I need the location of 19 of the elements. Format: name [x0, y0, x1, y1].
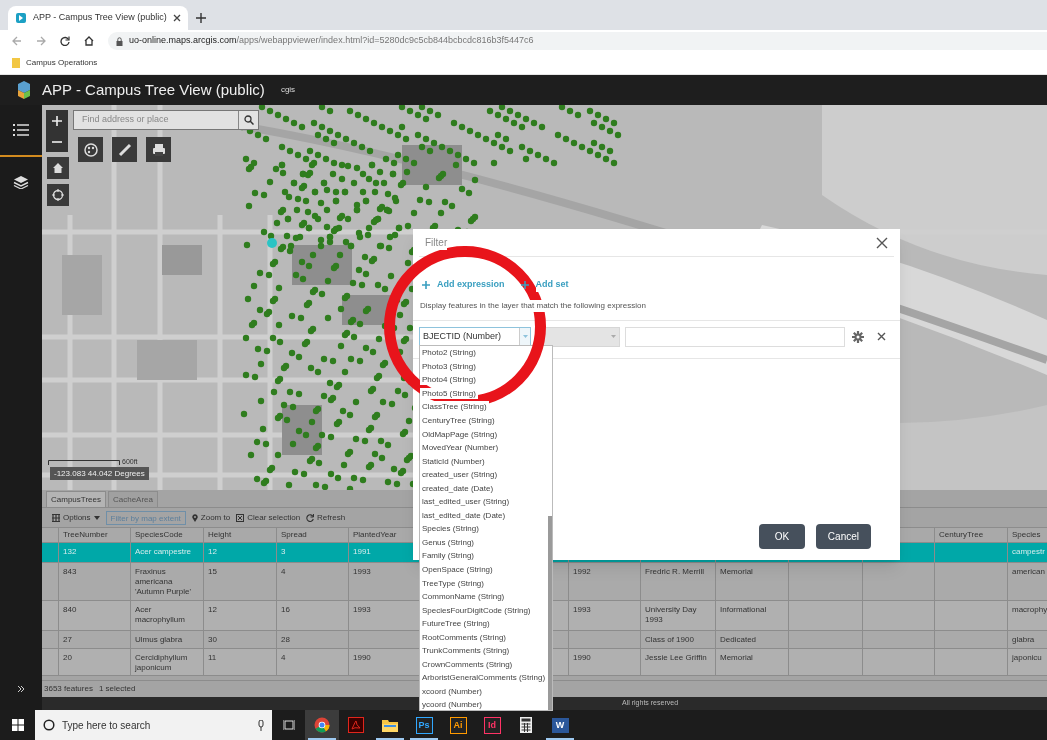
table-cell: Memorial: [715, 649, 788, 675]
table-cell: Jessie Lee Griffin: [640, 649, 715, 675]
dialog-title: Filter: [425, 235, 448, 250]
table-cell: 1990: [568, 649, 640, 675]
table-cell: japonicu: [1007, 649, 1047, 675]
user-name: cgis: [280, 84, 296, 96]
coordinates-label: -123.083 44.042 Degrees: [50, 467, 149, 480]
feature-count: 3653 features: [44, 683, 93, 695]
table-cell: 20: [58, 649, 130, 675]
app-logo-icon: Ai: [449, 716, 467, 734]
dialog-description: Display features in the layer that match the following expression: [420, 299, 646, 312]
app-logo-icon: W: [551, 717, 569, 733]
app-logo-icon: Id: [483, 716, 501, 734]
selection-count: 1 selected: [98, 683, 136, 695]
app-logo-icon: Ps: [415, 716, 433, 734]
app-title: APP - Campus Tree View (public): [42, 79, 265, 100]
table-cell: Cercidiphyllum japonicum: [130, 649, 203, 675]
table-cell: 11: [203, 649, 276, 675]
table-cell: 4: [276, 649, 348, 675]
